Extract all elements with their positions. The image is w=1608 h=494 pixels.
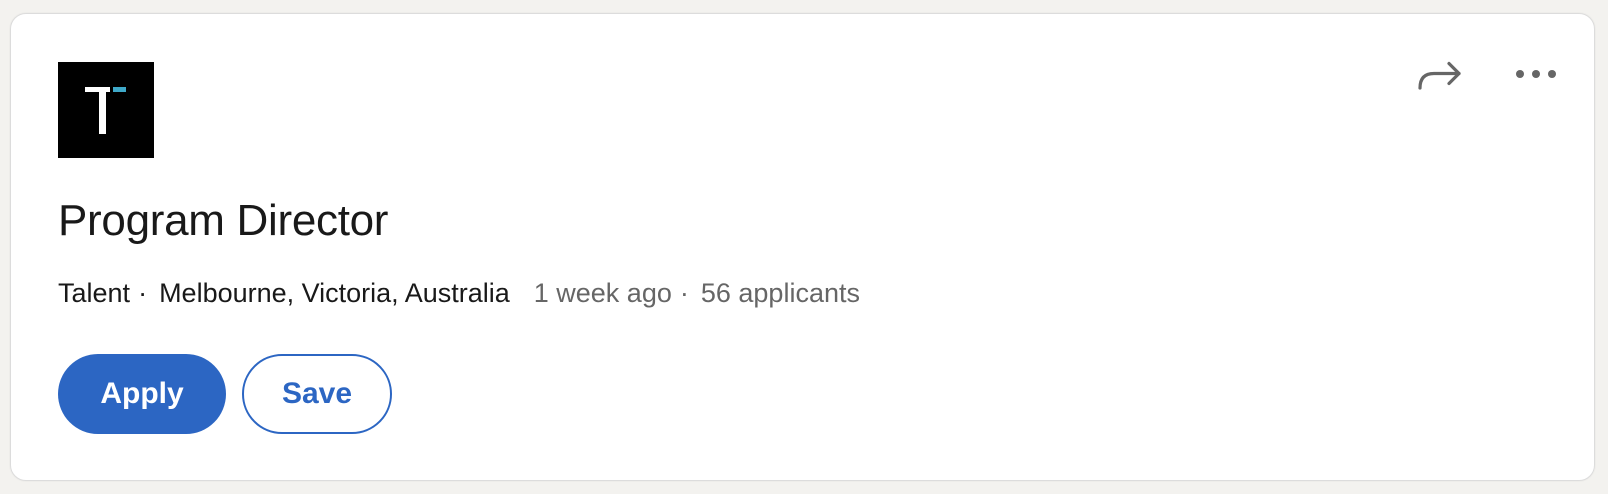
company-logo[interactable]	[58, 62, 154, 158]
action-buttons: Apply Save	[58, 354, 392, 434]
job-location: Melbourne, Victoria, Australia	[159, 278, 510, 308]
separator-dot: ·	[138, 278, 148, 308]
posted-time: 1 week ago	[533, 278, 672, 308]
more-options-button[interactable]	[1508, 52, 1564, 96]
share-arrow-icon	[1418, 61, 1461, 90]
applicant-count: 56 applicants	[700, 278, 860, 308]
separator-dot: ·	[679, 278, 689, 308]
job-card: Program Director Talent · Melbourne, Vic…	[10, 13, 1595, 481]
share-button[interactable]	[1412, 52, 1468, 96]
company-name[interactable]: Talent	[58, 278, 130, 309]
more-options-icon	[1516, 70, 1556, 78]
header-actions	[1412, 52, 1564, 96]
job-meta: Talent · Melbourne, Victoria, Australia …	[58, 278, 860, 309]
talent-logo-icon	[85, 87, 126, 134]
job-title[interactable]: Program Director	[58, 196, 388, 246]
apply-button[interactable]: Apply	[58, 354, 226, 434]
save-button[interactable]: Save	[242, 354, 392, 434]
